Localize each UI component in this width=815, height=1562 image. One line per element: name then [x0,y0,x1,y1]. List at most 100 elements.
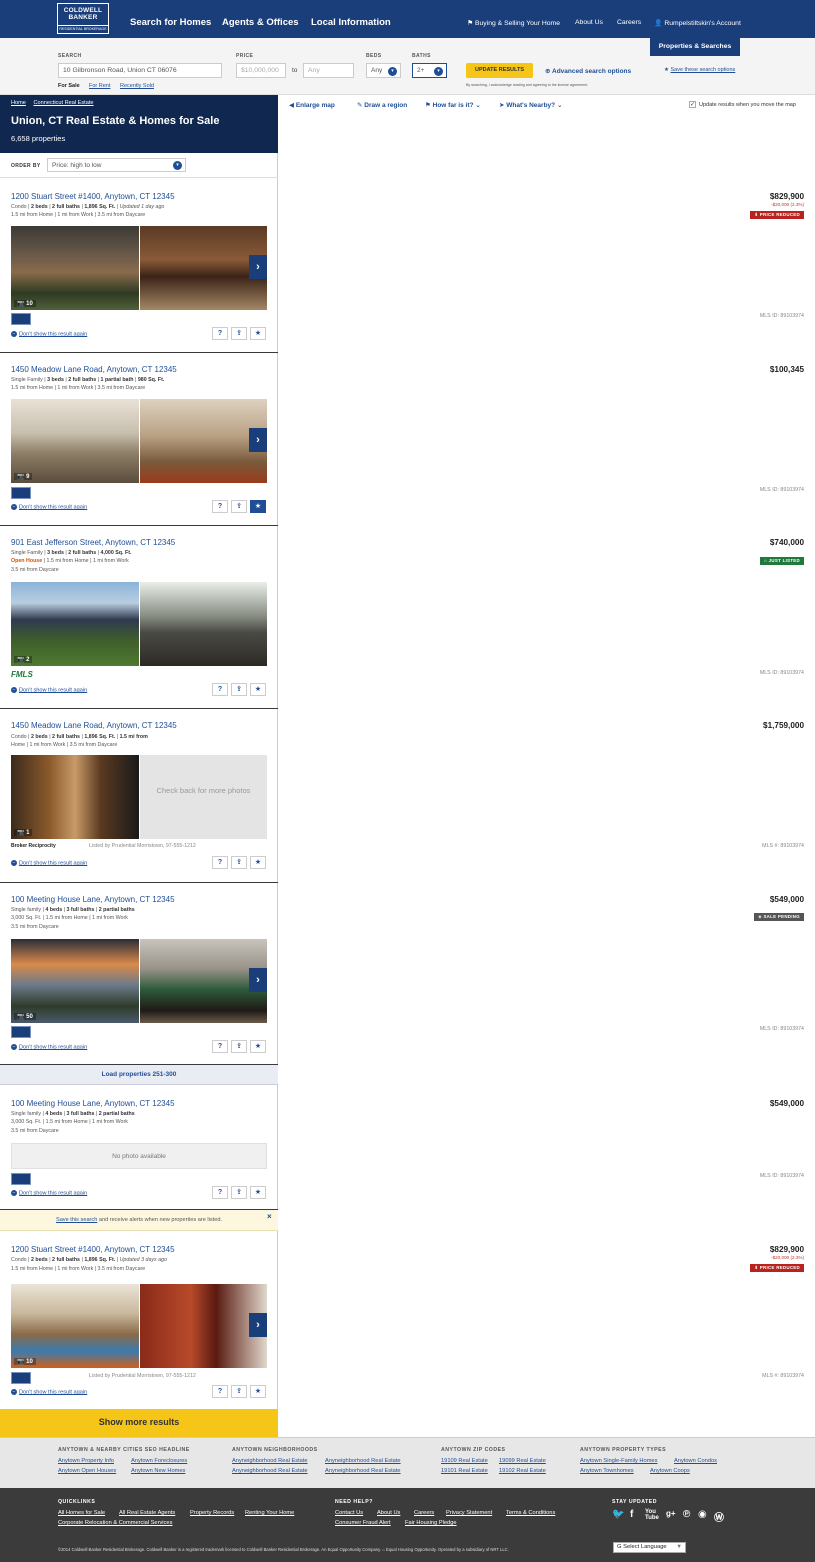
footer-link[interactable]: Consumer Fraud Alert [335,1520,391,1526]
dont-show-link[interactable]: − Don't show this result again [11,1190,87,1196]
question-button[interactable]: ? [212,327,228,340]
advanced-search-link[interactable]: ⊕ Advanced search options [545,67,631,75]
properties-searches-tab[interactable]: Properties & Searches [650,38,740,56]
nav-buying-selling[interactable]: ⚑ Buying & Selling Your Home [467,19,560,27]
dont-show-link[interactable]: − Don't show this result again [11,860,87,866]
footer-link[interactable]: Careers [414,1510,434,1516]
price-min-input[interactable]: $10,000,000 [236,63,286,78]
breadcrumb-ct[interactable]: Connecticut Real Estate [33,100,93,106]
question-button[interactable]: ? [212,1385,228,1398]
favorite-button[interactable]: ★ [250,1040,266,1053]
listing-photo[interactable] [11,226,139,310]
listing-photo[interactable] [11,399,139,483]
seo-link[interactable]: Anytown Coops [650,1468,690,1474]
nav-search-homes[interactable]: Search for Homes [130,17,211,28]
listing-address[interactable]: 100 Meeting House Lane, Anytown, CT 1234… [11,1099,175,1108]
seo-link[interactable]: Anytown Single-Family Homes [580,1458,657,1464]
mode-for-sale[interactable]: For Sale [58,83,80,89]
dont-show-link[interactable]: − Don't show this result again [11,1044,87,1050]
seo-link[interactable]: Anyneighborhood Real Estate [325,1468,401,1474]
save-search-alert-link[interactable]: Save this search [56,1217,97,1223]
dont-show-link[interactable]: − Don't show this result again [11,504,87,510]
dont-show-link[interactable]: − Don't show this result again [11,331,87,337]
how-far-dropdown[interactable]: ⚑ How far is it? ⌄ [425,101,481,109]
question-button[interactable]: ? [212,500,228,513]
seo-link[interactable]: Anytown Foreclosures [131,1458,187,1464]
seo-link[interactable]: Anyneighborhood Real Estate [232,1458,308,1464]
order-by-select[interactable]: Price: high to low ▾ [47,158,186,172]
question-button[interactable]: ? [212,1040,228,1053]
listing-photo[interactable] [140,226,267,310]
checkbox-checked-icon[interactable]: ✓ [689,101,696,108]
listing-address[interactable]: 901 East Jefferson Street, Anytown, CT 1… [11,538,175,547]
footer-link[interactable]: Contact Us [335,1510,363,1516]
seo-link[interactable]: Anytown Townhomes [580,1468,634,1474]
footer-link[interactable]: About Us [377,1510,400,1516]
listing-photo[interactable] [11,939,139,1023]
share-button[interactable]: ⇪ [231,856,247,869]
next-photo-button[interactable]: › [249,428,267,452]
nav-agents-offices[interactable]: Agents & Offices [222,17,299,28]
seo-link[interactable]: Anytown Condos [674,1458,717,1464]
listing-address[interactable]: 100 Meeting House Lane, Anytown, CT 1234… [11,895,175,904]
seo-link[interactable]: Anytown Open Houses [58,1468,116,1474]
twitter-icon[interactable]: 🐦 [612,1509,624,1520]
seo-link[interactable]: 19099 Real Estate [499,1458,546,1464]
question-button[interactable]: ? [212,1186,228,1199]
photo-carousel[interactable]: 📷 9 › [11,399,267,483]
beds-select[interactable]: Any ▾ [366,63,401,78]
share-button[interactable]: ⇪ [231,683,247,696]
load-more-bar[interactable]: Load properties 251-300 [0,1065,278,1085]
dont-show-link[interactable]: − Don't show this result again [11,1389,87,1395]
listing-address[interactable]: 1200 Stuart Street #1400, Anytown, CT 12… [11,1245,175,1254]
seo-link[interactable]: 19101 Real Estate [441,1468,488,1474]
seo-link[interactable]: 19109 Real Estate [441,1458,488,1464]
baths-select[interactable]: 2+ ▾ [412,63,447,78]
seo-link[interactable]: Anyneighborhood Real Estate [232,1468,308,1474]
next-photo-button[interactable]: › [249,1313,267,1337]
listing-photo[interactable] [11,755,139,839]
photo-carousel[interactable]: 📷 10 › [11,226,267,310]
footer-link[interactable]: Fair Housing Pledge [405,1520,457,1526]
photo-carousel[interactable]: 📷 2 [11,582,267,666]
nav-local-info[interactable]: Local Information [311,17,391,28]
update-on-move-toggle[interactable]: ✓ Update results when you move the map [689,101,796,108]
language-select[interactable]: G Select Language ▼ [613,1542,686,1553]
facebook-icon[interactable]: f [630,1509,633,1520]
share-button[interactable]: ⇪ [231,1040,247,1053]
favorite-button[interactable]: ★ [250,1385,266,1398]
mode-for-rent[interactable]: For Rent [89,83,110,89]
nav-careers[interactable]: Careers [617,19,641,26]
whats-nearby-dropdown[interactable]: ➤ What's Nearby? ⌄ [499,101,562,109]
footer-link[interactable]: Corporate Relocation & Commercial Servic… [58,1520,172,1526]
draw-region-button[interactable]: ✎ Draw a region [357,101,407,109]
share-button[interactable]: ⇪ [231,1186,247,1199]
map-area[interactable] [279,112,815,1437]
listing-photo[interactable] [140,399,267,483]
dont-show-link[interactable]: − Don't show this result again [11,687,87,693]
google-plus-icon[interactable]: g+ [666,1509,676,1518]
favorite-button[interactable]: ★ [250,327,266,340]
blogger-icon[interactable]: ◉ [698,1509,707,1520]
listing-photo[interactable] [11,1284,139,1368]
enlarge-map-button[interactable]: ◀ Enlarge map [289,101,335,109]
listing-address[interactable]: 1200 Stuart Street #1400, Anytown, CT 12… [11,192,175,201]
seo-link[interactable]: 19102 Real Estate [499,1468,546,1474]
coldwell-banker-logo[interactable]: COLDWELL BANKER RESIDENTIAL BROKERAGE [57,3,109,34]
footer-link[interactable]: All Homes for Sale [58,1510,105,1516]
photo-carousel[interactable]: 📷 10 › [11,1284,267,1368]
share-button[interactable]: ⇪ [231,1385,247,1398]
favorite-button[interactable]: ★ [250,683,266,696]
nav-about[interactable]: About Us [575,19,603,26]
favorite-button[interactable]: ★ [250,856,266,869]
wordpress-icon[interactable]: Ⓦ [714,1509,724,1524]
footer-link[interactable]: Privacy Statement [446,1510,492,1516]
close-icon[interactable]: × [267,1212,272,1221]
mode-recently-sold[interactable]: Recently Sold [120,83,154,89]
seo-link[interactable]: Anytown New Homes [131,1468,185,1474]
listing-photo[interactable] [140,939,267,1023]
nav-account[interactable]: 👤 Rumpelstiltskin's Account [654,19,741,27]
question-button[interactable]: ? [212,683,228,696]
question-button[interactable]: ? [212,856,228,869]
footer-link[interactable]: Renting Your Home [245,1510,294,1516]
